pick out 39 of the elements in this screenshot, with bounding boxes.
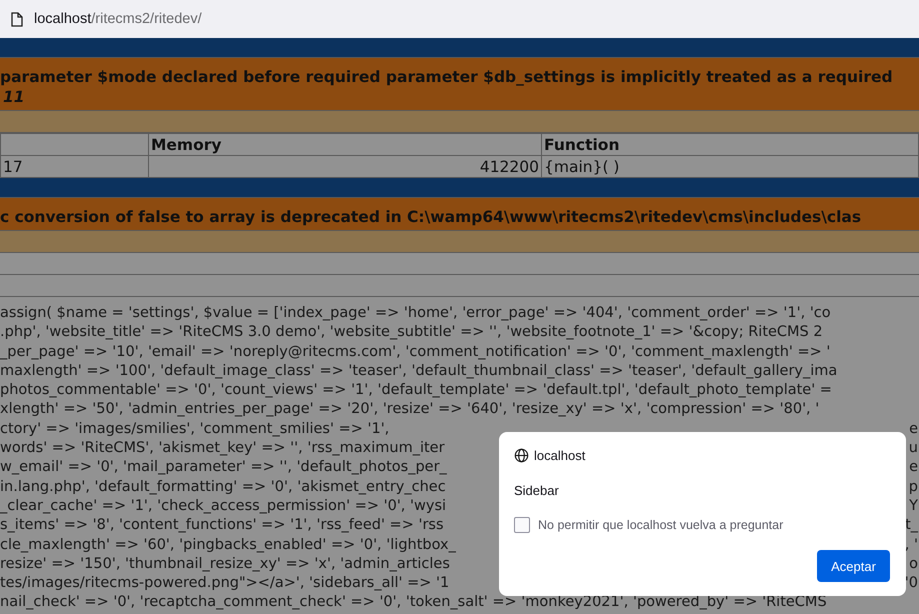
code-text: resize' => '150', 'thumbnail_resize_xy' => 'x', 'admin_articles: [0, 554, 450, 574]
url-host: localhost: [34, 11, 92, 27]
code-text: o: [909, 554, 918, 574]
line-number: 11: [2, 87, 25, 107]
code-text: _per_page' => '10', 'email' => 'noreply@ritecms.com', 'comment_notification' => '0', 'comment_maxlength' => ': [0, 342, 830, 362]
code-text: Y: [909, 496, 918, 516]
code-text: maxlength' => '100', 'default_image_class' => 'teaser', 'default_thumbnail_class' => 'teaser', 'default_gallery_ima: [0, 362, 838, 381]
code-text: ctory' => 'images/smilies', 'comment_smilies' => '1',: [0, 420, 390, 439]
code-text: assign( $name = 'settings', $value = ['index_page' => 'home', 'error_page' => '404', 'comment_order' => '1', 'co: [0, 304, 831, 323]
code-text: xlength' => '50', 'admin_entries_per_page' => '20', 'resize' => '640', 'resize_xy' => 'x', 'compression' => '80', ': [0, 400, 820, 420]
code-text: t_: [905, 516, 918, 536]
error-message: parameter $mode declared before required parameter $db_settings is implicitly treated as a required: [0, 67, 893, 87]
code-text: .php', 'website_title' => 'RiteCMS 3.0 demo', 'website_subtitle' => '', 'website_footnote_1' => '&copy; RiteCMS 2: [0, 323, 823, 342]
table-header: Memory: [148, 134, 542, 156]
code-text: e: [909, 458, 918, 478]
code-text: words' => 'RiteCMS', 'akismet_key' => '', 'rss_maximum_iter: [0, 439, 445, 458]
code-text: in.lang.php', 'default_formatting' => '0', 'akismet_entry_chec: [0, 478, 446, 497]
code-text: cle_maxlength' => '60', 'pingbacks_enabled' => '0', 'lightbox_: [0, 536, 456, 555]
address-bar[interactable]: localhost/ritecms2/ritedev/: [0, 0, 919, 38]
code-text: w_email' => '0', 'mail_parameter' => '', 'default_photos_per_: [0, 458, 447, 478]
dialog-origin: localhost: [534, 448, 586, 463]
url-path: /ritecms2/ritedev/: [91, 11, 202, 27]
code-text: '0: [904, 574, 918, 594]
code-text: e: [909, 420, 918, 439]
code-text: tes/images/ritecms-powered.png"></a>', 'sidebars_all' => '1: [0, 574, 450, 594]
code-text: photos_commentable' => '0', 'count_views' => '1', 'default_template' => 'default.tpl', 'default_photo_template' =: [0, 381, 832, 400]
code-text: p: [908, 478, 918, 497]
code-text: , ': [904, 536, 918, 555]
dialog-message: Sidebar: [514, 483, 560, 498]
page-icon: [11, 12, 23, 26]
accept-button[interactable]: Aceptar: [817, 550, 890, 582]
code-text: s_items' => '8', 'content_functions' => '1', 'rss_feed' => 'rss: [0, 516, 444, 536]
table-header: Function: [542, 134, 918, 156]
code-text: _clear_cache' => '1', 'check_access_permission' => '0', 'wysi: [0, 496, 446, 516]
error-message: c conversion of false to array is deprecated in C:\wamp64\www\ritecms2\ritedev\cms\includes\clas: [0, 207, 862, 227]
globe-icon: [514, 448, 529, 463]
code-text: u: [908, 439, 918, 458]
checkbox-label: No permitir que localhost vuelva a preguntar: [538, 518, 784, 532]
checkbox[interactable]: [514, 517, 530, 533]
